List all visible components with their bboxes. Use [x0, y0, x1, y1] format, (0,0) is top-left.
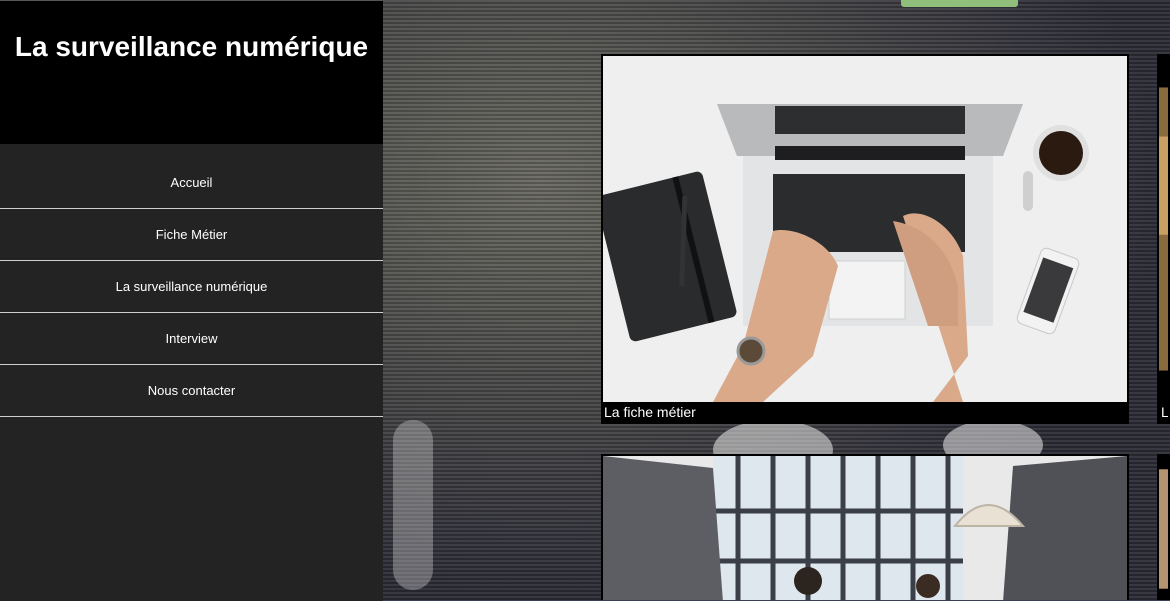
nav-item-surveillance[interactable]: La surveillance numérique	[0, 261, 383, 313]
card-partial-bottom[interactable]	[1157, 454, 1170, 600]
card-caption: L	[1159, 402, 1169, 422]
card-office[interactable]	[601, 454, 1129, 600]
card-fiche-metier[interactable]: La fiche métier	[601, 54, 1129, 424]
site-header: La surveillance numérique	[0, 1, 383, 144]
partial-photo	[1159, 87, 1168, 371]
nav-item-label: La surveillance numérique	[115, 279, 268, 294]
site-title: La surveillance numérique	[14, 31, 369, 62]
nav-item-contact[interactable]: Nous contacter	[0, 365, 383, 417]
partial-photo	[1159, 469, 1168, 589]
nav-item-label: Nous contacter	[147, 383, 236, 398]
nav-item-fiche-metier[interactable]: Fiche Métier	[0, 209, 383, 261]
nav-item-accueil[interactable]: Accueil	[0, 157, 383, 209]
nav-item-interview[interactable]: Interview	[0, 313, 383, 365]
main-nav: Accueil Fiche Métier La surveillance num…	[0, 157, 383, 417]
top-tab[interactable]	[901, 0, 1018, 7]
office-photo	[603, 456, 1127, 600]
laptop-desk-photo	[603, 56, 1127, 402]
card-caption: La fiche métier	[603, 402, 1127, 422]
background-letter-shape	[393, 420, 433, 590]
card-partial[interactable]: L	[1157, 54, 1170, 424]
sidebar: La surveillance numérique Accueil Fiche …	[0, 0, 383, 601]
nav-item-label: Fiche Métier	[155, 227, 228, 242]
nav-item-label: Accueil	[170, 175, 213, 190]
nav-item-label: Interview	[165, 331, 218, 346]
